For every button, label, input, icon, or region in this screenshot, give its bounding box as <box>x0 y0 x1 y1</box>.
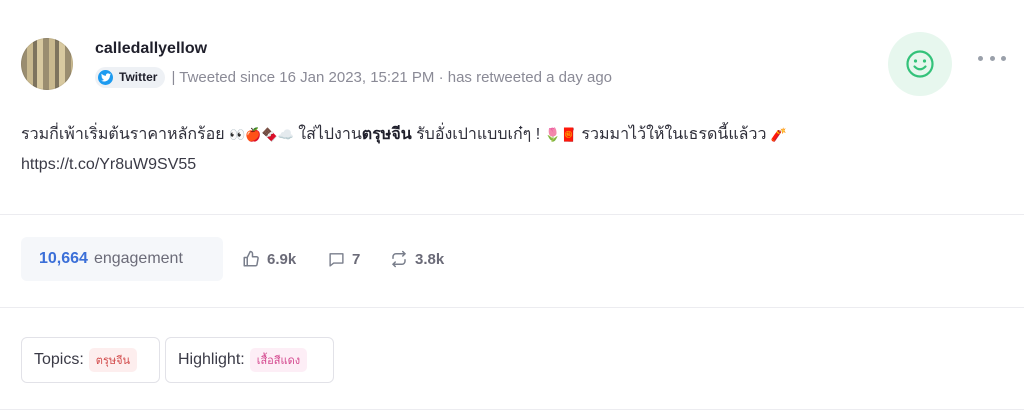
more-dots-icon <box>978 55 983 61</box>
likes-count: 6.9k <box>267 250 297 268</box>
tweet-text-part: รวมกี่เพ้าเริ่มต้นราคาหลักร้อย <box>21 126 230 143</box>
comments-stat[interactable]: 7 <box>328 248 360 270</box>
tweet-text-part: ใส่ไปงาน <box>293 126 362 143</box>
post-meta-row: Twitter | Tweeted since 16 Jan 2023, 15:… <box>95 66 612 88</box>
avatar[interactable] <box>21 38 73 90</box>
tweet-keyword: ตรุษจีน <box>361 126 412 143</box>
platform-badge[interactable]: Twitter <box>95 66 166 88</box>
topic-pill[interactable]: ตรุษจีน <box>88 348 138 372</box>
tweet-text-part: รับอั่งเปาแบบเก๋ๆ ! <box>411 126 545 143</box>
smiley-face-icon <box>906 50 934 78</box>
tweet-emojis: 🧨 <box>770 127 788 142</box>
twitter-bird-icon <box>98 69 113 85</box>
highlight-pill[interactable]: เสื้อสีแดง <box>249 348 308 372</box>
tweet-emojis: 🌷🧧 <box>544 127 577 142</box>
engagement-box: 10,664 engagement <box>21 237 223 281</box>
engagement-label: engagement <box>93 250 183 267</box>
retweets-count: 3.8k <box>415 250 445 268</box>
post-card: calledallyellow Twitter | Tweeted since … <box>0 0 1024 415</box>
topics-label: Topics: <box>34 351 84 368</box>
post-timestamp: | Tweeted since 16 Jan 2023, 15:21 PM · … <box>171 68 613 86</box>
thumbs-up-icon <box>243 250 259 267</box>
divider <box>0 214 1024 215</box>
likes-stat[interactable]: 6.9k <box>242 248 296 270</box>
sentiment-indicator[interactable] <box>888 32 952 96</box>
highlight-label: Highlight: <box>178 351 245 368</box>
tweet-text-part: รวมมาไว้ให้ในเธรดนี้แล้วว <box>576 126 771 143</box>
comments-count: 7 <box>352 250 361 268</box>
topics-tag: Topics: ตรุษจีน <box>21 337 160 383</box>
divider <box>0 307 1024 308</box>
highlight-tag: Highlight: เสื้อสีแดง <box>165 337 334 383</box>
tweet-text: รวมกี่เพ้าเริ่มต้นราคาหลักร้อย 👀🍎🍫☁️ ใส่… <box>21 120 981 180</box>
comment-bubble-icon <box>329 252 344 267</box>
more-options-button[interactable] <box>978 48 1006 68</box>
engagement-value: 10,664 <box>39 250 88 267</box>
divider <box>0 409 1024 410</box>
retweet-icon <box>392 250 406 268</box>
platform-label: Twitter <box>119 70 158 84</box>
username[interactable]: calledallyellow <box>95 40 207 58</box>
tweet-link[interactable]: https://t.co/Yr8uW9SV55 <box>21 156 196 173</box>
retweets-stat[interactable]: 3.8k <box>390 248 444 270</box>
tweet-emojis: 👀🍎🍫☁️ <box>229 127 294 142</box>
